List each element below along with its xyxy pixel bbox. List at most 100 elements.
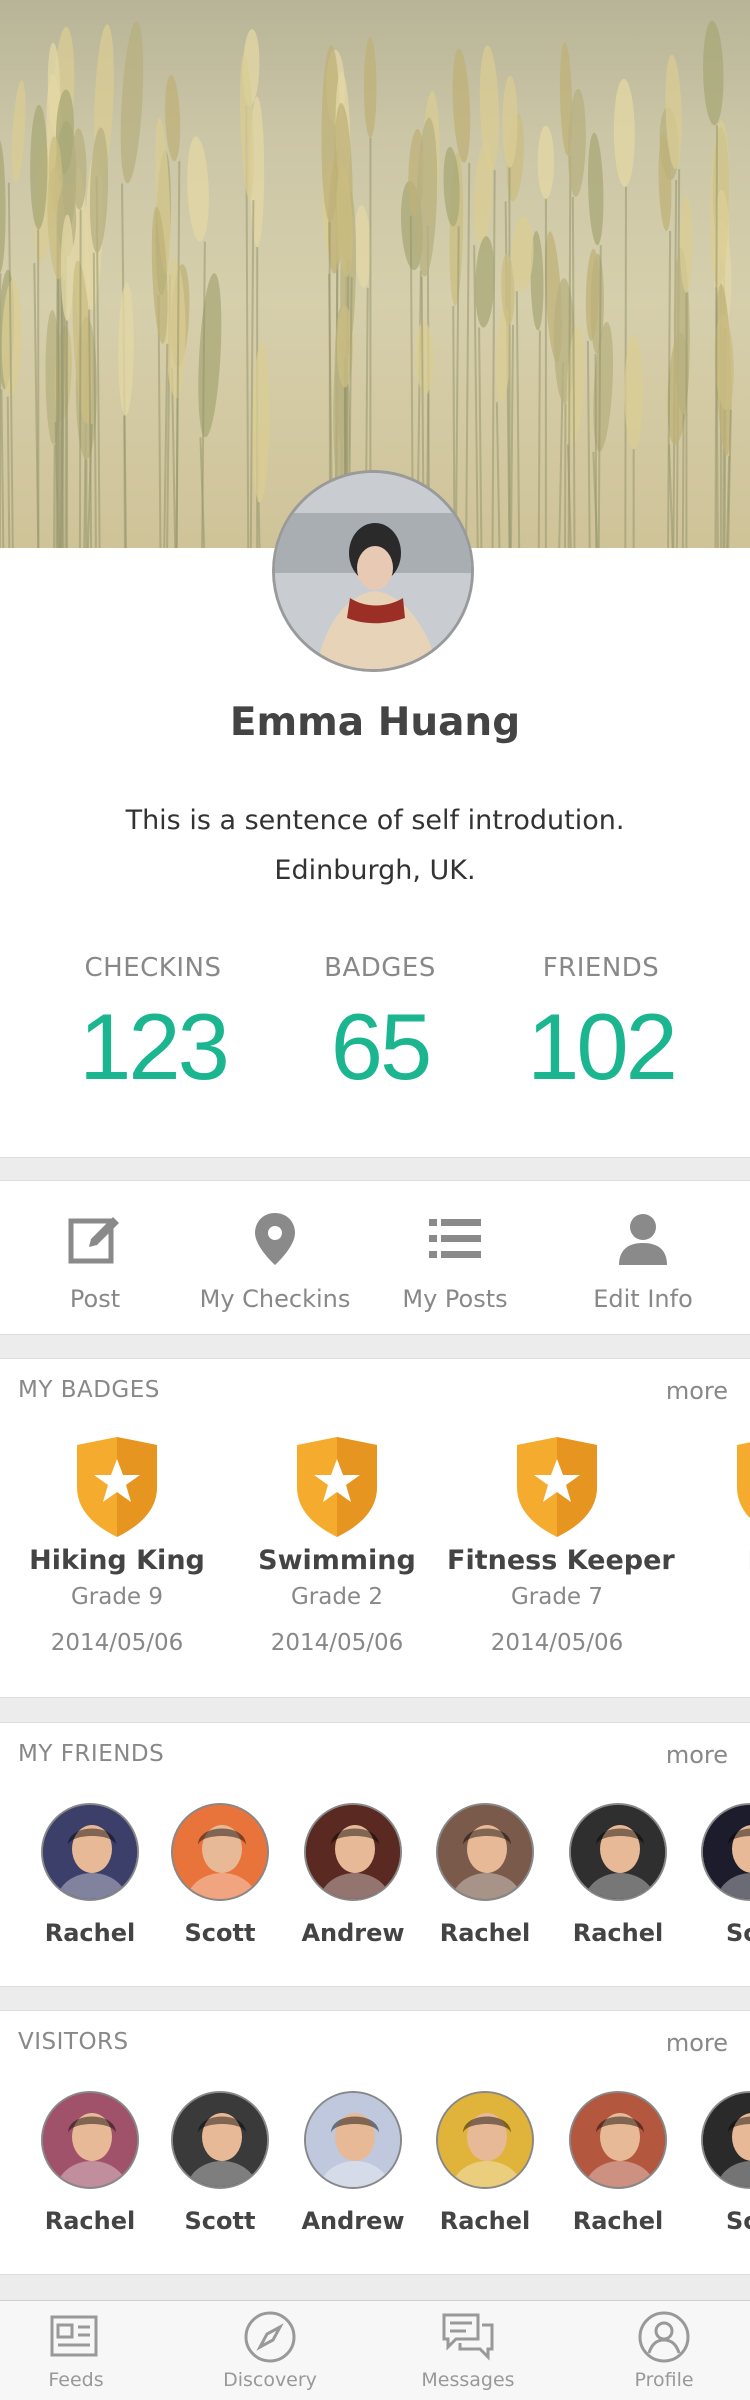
stat-checkins[interactable]: CHECKINS 123 [28, 953, 278, 1101]
edit-info-button[interactable]: Edit Info [553, 1211, 733, 1313]
badge-name: Swimming [258, 1545, 416, 1576]
stat-value: 123 [79, 994, 230, 1099]
profile-card: Emma Huang This is a sentence of self in… [0, 470, 750, 1158]
stat-label: BADGES [324, 953, 436, 983]
person-name: Scott [184, 1919, 256, 1947]
profile-intro: This is a sentence of self introdution. … [0, 796, 750, 896]
person-item[interactable]: Andrew [288, 2091, 418, 2235]
stat-value: 65 [330, 994, 433, 1099]
action-label: My Posts [402, 1285, 508, 1313]
badge-shield-icon [72, 1437, 162, 1537]
badge-grade: Grade 2 [290, 1584, 384, 1610]
list-icon [427, 1211, 483, 1267]
intro-text: This is a sentence of self introdution. [125, 805, 625, 836]
person-name: Sco [726, 2207, 750, 2235]
person-name: Rachel [44, 1919, 136, 1947]
profile-avatar[interactable] [272, 470, 474, 672]
user-icon [615, 1211, 671, 1267]
avatar [701, 1803, 750, 1901]
location-text: Edinburgh, UK. [274, 855, 476, 886]
tab-label: Messages [421, 2369, 515, 2391]
action-bar: Post My Checkins My Posts Edit Info [0, 1180, 750, 1335]
stat-label: CHECKINS [84, 953, 222, 983]
person-name: Rachel [439, 2207, 531, 2235]
stat-value: 102 [527, 994, 678, 1099]
avatar [304, 1803, 402, 1901]
person-name: Sco [726, 1919, 750, 1947]
stat-friends[interactable]: FRIENDS 102 [476, 953, 726, 1101]
person-name: Scott [184, 2207, 256, 2235]
friends-more-link[interactable]: more [666, 1741, 728, 1769]
person-item[interactable]: Rachel [553, 1803, 683, 1947]
avatar [41, 2091, 139, 2189]
messages-icon [440, 2309, 496, 2365]
cover-photo [0, 0, 750, 548]
person-item[interactable]: Scott [155, 2091, 285, 2235]
tab-feeds[interactable]: Feeds [0, 2309, 156, 2391]
badge-grade: Grade 7 [510, 1584, 604, 1610]
person-item[interactable]: Rachel [25, 2091, 155, 2235]
profile-icon [636, 2309, 692, 2365]
badge-item[interactable]: Hiki G 201 [667, 1437, 750, 1656]
tab-label: Feeds [48, 2369, 104, 2391]
badge-date: 2014/05/06 [270, 1630, 404, 1656]
section-title: MY BADGES [18, 1377, 160, 1403]
friends-section: MY FRIENDS more Rachel Scott Andrew Rachel R… [0, 1722, 750, 1987]
avatar [304, 2091, 402, 2189]
avatar [171, 2091, 269, 2189]
person-name: Andrew [301, 2207, 405, 2235]
person-item[interactable]: Rachel [25, 1803, 155, 1947]
stat-label: FRIENDS [542, 953, 660, 983]
badge-shield-icon [292, 1437, 382, 1537]
person-name: Rachel [572, 2207, 664, 2235]
person-item[interactable]: Andrew [288, 1803, 418, 1947]
badges-more-link[interactable]: more [666, 1377, 728, 1405]
badge-shield-icon [512, 1437, 602, 1537]
avatar [701, 2091, 750, 2189]
person-item[interactable]: Rachel [420, 1803, 550, 1947]
avatar [171, 1803, 269, 1901]
badge-name: Hiki [667, 1545, 750, 1576]
person-name: Rachel [572, 1919, 664, 1947]
tab-discovery[interactable]: Discovery [190, 2309, 350, 2391]
person-item[interactable]: Sco [685, 1803, 750, 1947]
action-label: Edit Info [593, 1285, 693, 1313]
badge-date: 2014/05/06 [490, 1630, 624, 1656]
tab-label: Profile [634, 2369, 694, 2391]
feeds-icon [48, 2309, 104, 2365]
person-item[interactable]: Sco [685, 2091, 750, 2235]
badge-name: Fitness Keeper [447, 1545, 675, 1576]
my-checkins-button[interactable]: My Checkins [185, 1211, 365, 1313]
avatar [41, 1803, 139, 1901]
compass-icon [242, 2309, 298, 2365]
person-name: Rachel [439, 1919, 531, 1947]
person-item[interactable]: Scott [155, 1803, 285, 1947]
tab-profile[interactable]: Profile [584, 2309, 744, 2391]
section-title: MY FRIENDS [18, 1741, 165, 1767]
badge-date: 201 [667, 1630, 750, 1656]
visitors-section: VISITORS more Rachel Scott Andrew Rachel Rac… [0, 2010, 750, 2275]
action-label: Post [69, 1285, 121, 1313]
badge-name: Hiking King [29, 1545, 205, 1576]
badges-section: MY BADGES more Hiking King Grade 9 2014/05… [0, 1358, 750, 1698]
tab-label: Discovery [223, 2369, 317, 2391]
tab-messages[interactable]: Messages [388, 2309, 548, 2391]
person-item[interactable]: Rachel [420, 2091, 550, 2235]
badge-item[interactable]: Fitness Keeper Grade 7 2014/05/06 [447, 1437, 675, 1656]
badge-item[interactable]: Swimming Grade 2 2014/05/06 [227, 1437, 447, 1656]
avatar [436, 1803, 534, 1901]
tab-bar: Feeds Discovery Messages Profile [0, 2300, 750, 2400]
avatar [569, 1803, 667, 1901]
my-posts-button[interactable]: My Posts [365, 1211, 545, 1313]
person-item[interactable]: Rachel [553, 2091, 683, 2235]
badge-date: 2014/05/06 [50, 1630, 184, 1656]
visitors-more-link[interactable]: more [666, 2029, 728, 2057]
badge-grade: Grade 9 [70, 1584, 164, 1610]
location-pin-icon [247, 1211, 303, 1267]
stat-badges[interactable]: BADGES 65 [255, 953, 505, 1101]
profile-name: Emma Huang [229, 700, 521, 745]
badge-grade: G [667, 1584, 750, 1610]
badge-item[interactable]: Hiking King Grade 9 2014/05/06 [7, 1437, 227, 1656]
post-button[interactable]: Post [5, 1211, 185, 1313]
avatar [436, 2091, 534, 2189]
